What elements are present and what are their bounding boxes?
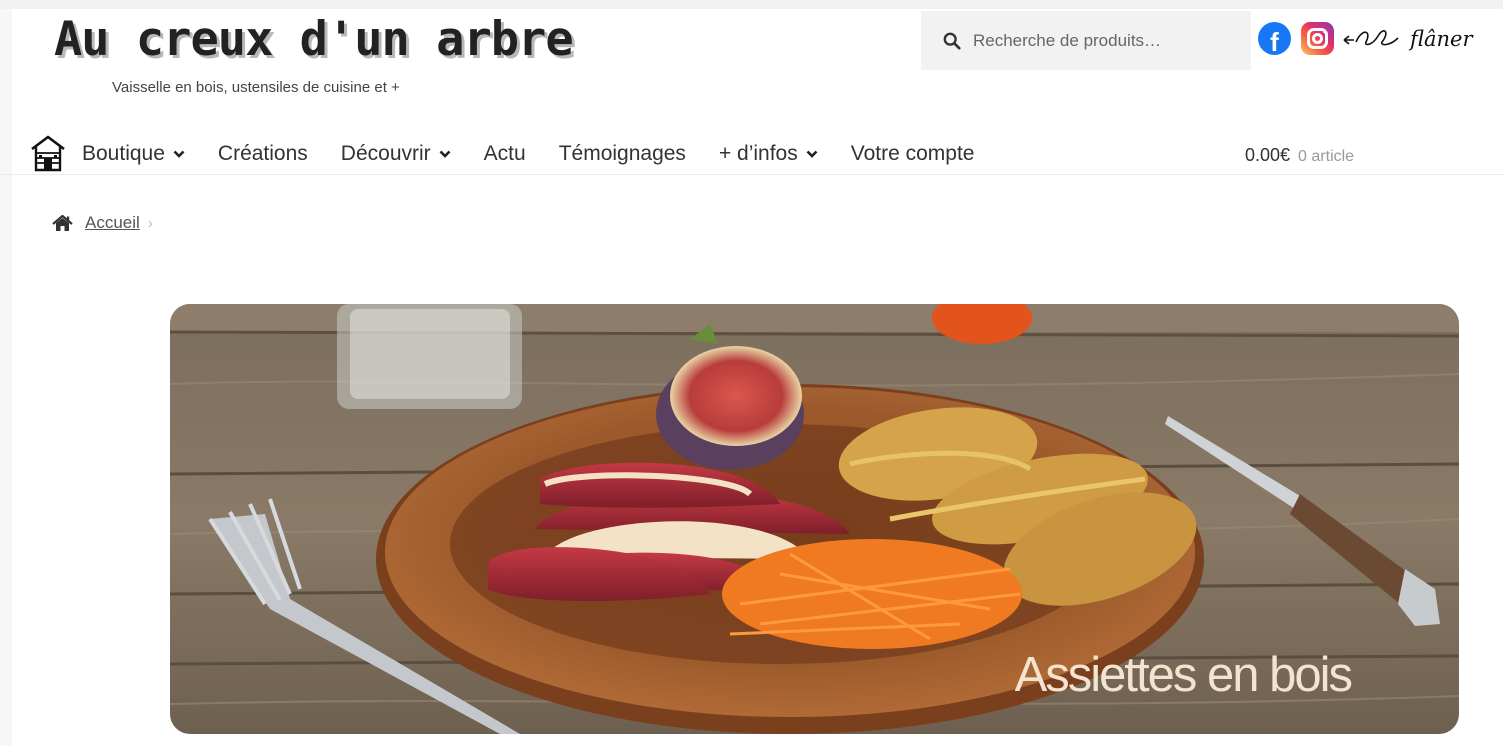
nav-item-label: Actu: [483, 142, 526, 165]
facebook-glyph: f: [1270, 27, 1279, 55]
nav-item-label: Créations: [217, 142, 308, 165]
nav-item-decouvrir[interactable]: Découvrir: [341, 142, 451, 166]
site-tagline: Vaisselle en bois, ustensiles de cuisine…: [112, 79, 400, 96]
nav-item-label: Boutique: [82, 142, 165, 165]
chevron-down-icon: [173, 150, 185, 158]
nav-item-votre-compte[interactable]: Votre compte: [851, 142, 975, 166]
nav-item-temoignages[interactable]: Témoignages: [559, 142, 686, 166]
search-icon: [943, 32, 961, 50]
nav-item-label: Découvrir: [340, 142, 431, 165]
site-title[interactable]: Au creux d'un arbre: [54, 12, 574, 67]
search-box[interactable]: [921, 11, 1251, 70]
flaner-signature[interactable]: flâner: [1410, 27, 1473, 51]
facebook-icon[interactable]: f: [1258, 22, 1291, 55]
nav-item-label: Témoignages: [558, 142, 686, 165]
cart-amount: 0.00€: [1245, 145, 1291, 165]
house-icon[interactable]: [30, 134, 66, 172]
instagram-icon[interactable]: [1301, 22, 1334, 55]
nav-item-actu[interactable]: Actu: [484, 142, 526, 166]
home-icon: [52, 214, 73, 231]
hero-banner[interactable]: Assiettes en bois: [170, 304, 1459, 734]
breadcrumb-separator: ›: [147, 214, 153, 232]
chevron-down-icon: [439, 150, 451, 158]
nav-item-label: Votre compte: [850, 142, 975, 165]
breadcrumb: Accueil ›: [52, 213, 153, 233]
social-links: f flâner: [1258, 22, 1473, 55]
cart-summary[interactable]: 0.00€ 0 article: [1245, 145, 1354, 166]
nav-item-infos[interactable]: + d’infos: [719, 142, 818, 166]
left-border: [0, 9, 12, 746]
nav-item-creations[interactable]: Créations: [218, 142, 308, 166]
top-border: [0, 0, 1503, 9]
signature-scribble-icon: [1343, 29, 1399, 45]
menu-bar: Boutique Créations Découvrir Actu Témoig…: [82, 142, 1007, 166]
search-input[interactable]: [973, 30, 1223, 51]
nav-item-label: + d’infos: [718, 142, 798, 165]
main-navigation: Boutique Créations Découvrir Actu Témoig…: [0, 131, 1503, 175]
nav-item-boutique[interactable]: Boutique: [82, 142, 185, 166]
chevron-down-icon: [806, 150, 818, 158]
hero-caption: Assiettes en bois: [1014, 648, 1353, 702]
cart-count: 0 article: [1298, 148, 1355, 165]
breadcrumb-home-link[interactable]: Accueil: [85, 213, 140, 233]
